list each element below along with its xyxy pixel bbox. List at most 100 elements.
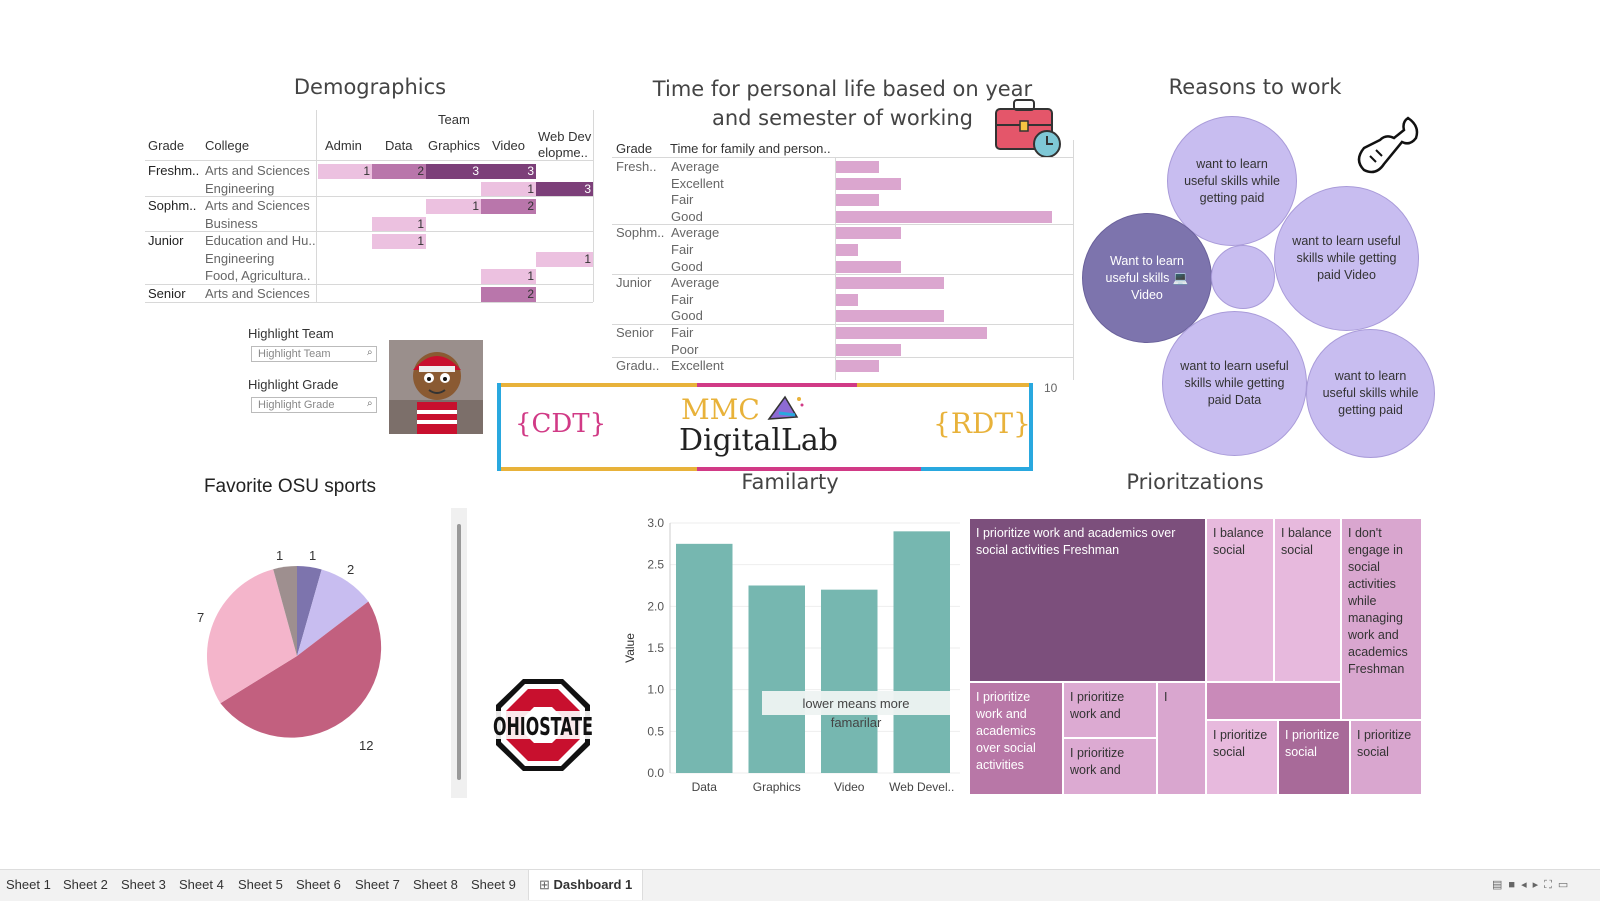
scrollbar-thumb[interactable] xyxy=(457,524,461,780)
time-bar[interactable] xyxy=(836,343,901,356)
treemap-cell[interactable]: I prioritize work and xyxy=(1063,682,1157,738)
time-bar[interactable] xyxy=(836,277,944,290)
time-category-label: Average xyxy=(671,275,720,291)
treemap-cell[interactable]: I prioritize work and academics over soc… xyxy=(969,518,1206,682)
treemap-cell[interactable]: I prioritize social xyxy=(1350,720,1422,795)
time-right-edge xyxy=(1073,140,1074,380)
time-category-label: Fair xyxy=(671,291,694,307)
x-tick-label: Video xyxy=(834,780,865,794)
treemap-cell[interactable]: I xyxy=(1157,682,1206,795)
treemap-cell[interactable]: I prioritize work and xyxy=(1063,738,1157,795)
prev-arrow-icon[interactable]: ◂ xyxy=(1521,879,1533,891)
treemap-cell[interactable]: I don't engage in social activities whil… xyxy=(1341,518,1422,720)
time-bar[interactable] xyxy=(836,244,858,256)
tab-dashboard-1[interactable]: ⊞ Dashboard 1 xyxy=(528,870,644,900)
familiarity-bar[interactable] xyxy=(893,531,951,773)
rdt-logo: {RDT} xyxy=(933,407,1031,440)
view-controls: ▤■◂▸⛶▭ xyxy=(1492,870,1574,900)
time-bar[interactable] xyxy=(836,227,901,240)
reasons-title: Reasons to work xyxy=(1168,75,1342,99)
time-grade-label: Senior xyxy=(616,325,654,340)
time-bar[interactable] xyxy=(836,360,880,373)
row-group-line xyxy=(145,196,593,197)
time-bar[interactable] xyxy=(836,260,901,273)
reason-bubble[interactable]: want to learn useful skills while gettin… xyxy=(1274,186,1419,331)
sports-pie-chart xyxy=(206,566,382,738)
heat-cell[interactable]: 1 xyxy=(372,216,426,232)
time-grade-label: Sophm.. xyxy=(616,225,665,241)
tab-sheet-5[interactable]: Sheet 5 xyxy=(238,870,283,900)
reason-bubble[interactable]: want to learn useful skills while gettin… xyxy=(1162,311,1307,456)
pie-label: 7 xyxy=(197,610,205,625)
heat-cell[interactable]: 1 xyxy=(372,234,426,249)
next-arrow-icon[interactable]: ▸ xyxy=(1533,879,1545,891)
treemap-cell[interactable] xyxy=(1206,682,1341,720)
demographics-title: Demographics xyxy=(293,75,447,99)
time-category-label: Excellent xyxy=(671,358,724,374)
highlight-team-input[interactable]: Highlight Team xyxy=(251,346,377,362)
team-col-webdev: Web Dev elopme.. xyxy=(538,129,592,160)
tab-sheet-4[interactable]: Sheet 4 xyxy=(179,870,224,900)
heat-cell[interactable]: 1 xyxy=(318,164,372,179)
heat-cell[interactable]: 1 xyxy=(481,269,536,284)
familiarity-bar[interactable] xyxy=(676,543,733,773)
time-bar[interactable] xyxy=(836,310,944,323)
scrollbar[interactable] xyxy=(451,508,467,798)
heat-cell[interactable]: 2 xyxy=(481,286,536,302)
time-bar[interactable] xyxy=(836,177,901,190)
svg-text:OHIOSTATE: OHIOSTATE xyxy=(493,712,593,741)
heat-cell[interactable]: 1 xyxy=(481,181,536,197)
demo-right-edge xyxy=(593,110,594,302)
single-view-icon[interactable]: ■ xyxy=(1508,879,1521,891)
treemap-cell[interactable]: I balance social xyxy=(1274,518,1341,682)
time-bar[interactable] xyxy=(836,161,880,173)
time-category-label: Average xyxy=(671,225,720,241)
grade-label: Freshm.. xyxy=(148,163,200,178)
tab-sheet-8[interactable]: Sheet 8 xyxy=(413,870,458,900)
highlight-grade-input[interactable]: Highlight Grade xyxy=(251,397,377,413)
heat-cell[interactable]: 3 xyxy=(426,164,481,179)
tab-sheet-6[interactable]: Sheet 6 xyxy=(296,870,341,900)
heat-cell[interactable]: 1 xyxy=(536,251,593,267)
heat-cell[interactable]: 1 xyxy=(426,199,481,214)
time-bar[interactable] xyxy=(836,327,988,339)
heat-cell[interactable]: 3 xyxy=(481,164,536,179)
familiarity-bar[interactable] xyxy=(748,585,806,774)
familiarity-title: Familarty xyxy=(741,470,839,494)
time-category-label: Fair xyxy=(671,192,694,208)
treemap-cell[interactable]: I prioritize social xyxy=(1278,720,1350,795)
fullscreen-icon[interactable]: ⛶ xyxy=(1544,879,1558,891)
time-grade-header: Grade xyxy=(616,141,653,156)
y-tick-label: 1.5 xyxy=(647,641,664,655)
mascot-photo xyxy=(389,340,483,434)
treemap-cell[interactable]: I prioritize social xyxy=(1206,720,1278,795)
reason-bubble[interactable]: want to learn useful skills while gettin… xyxy=(1306,329,1435,458)
familiarity-bar[interactable] xyxy=(821,589,878,773)
tab-sheet-3[interactable]: Sheet 3 xyxy=(121,870,166,900)
heat-cell[interactable]: 3 xyxy=(536,181,593,197)
tab-sheet-9[interactable]: Sheet 9 xyxy=(471,870,516,900)
heat-cell[interactable]: 2 xyxy=(372,164,426,179)
tab-sheet-1[interactable]: Sheet 1 xyxy=(6,870,51,900)
x-tick-label: Web Devel.. xyxy=(889,780,954,794)
treemap-cell[interactable]: I prioritize work and academics over soc… xyxy=(969,682,1063,795)
pie-label: 12 xyxy=(359,738,374,753)
time-grade-label: Gradu.. xyxy=(616,358,660,374)
time-grade-label: Junior xyxy=(616,275,652,291)
treemap-cell[interactable]: I balance social xyxy=(1206,518,1274,682)
dashboard-grid-icon: ⊞ xyxy=(539,877,550,892)
grid-view-icon[interactable]: ▤ xyxy=(1492,879,1508,891)
time-bar[interactable] xyxy=(836,194,880,207)
sheet-tab-bar: Sheet 1 Sheet 2 Sheet 3 Sheet 4 Sheet 5 … xyxy=(0,869,1600,901)
time-category-label: Fair xyxy=(671,242,694,257)
present-icon[interactable]: ▭ xyxy=(1558,879,1574,891)
heat-cell[interactable]: 2 xyxy=(481,199,536,214)
search-icon: ⌕ xyxy=(367,398,373,409)
tab-sheet-2[interactable]: Sheet 2 xyxy=(63,870,108,900)
time-bar[interactable] xyxy=(836,210,1052,223)
grade-header: Grade xyxy=(148,138,185,153)
time-bar[interactable] xyxy=(836,293,858,306)
tab-sheet-7[interactable]: Sheet 7 xyxy=(355,870,400,900)
grade-label: Junior xyxy=(148,233,184,248)
reason-bubble-small[interactable] xyxy=(1211,245,1275,309)
